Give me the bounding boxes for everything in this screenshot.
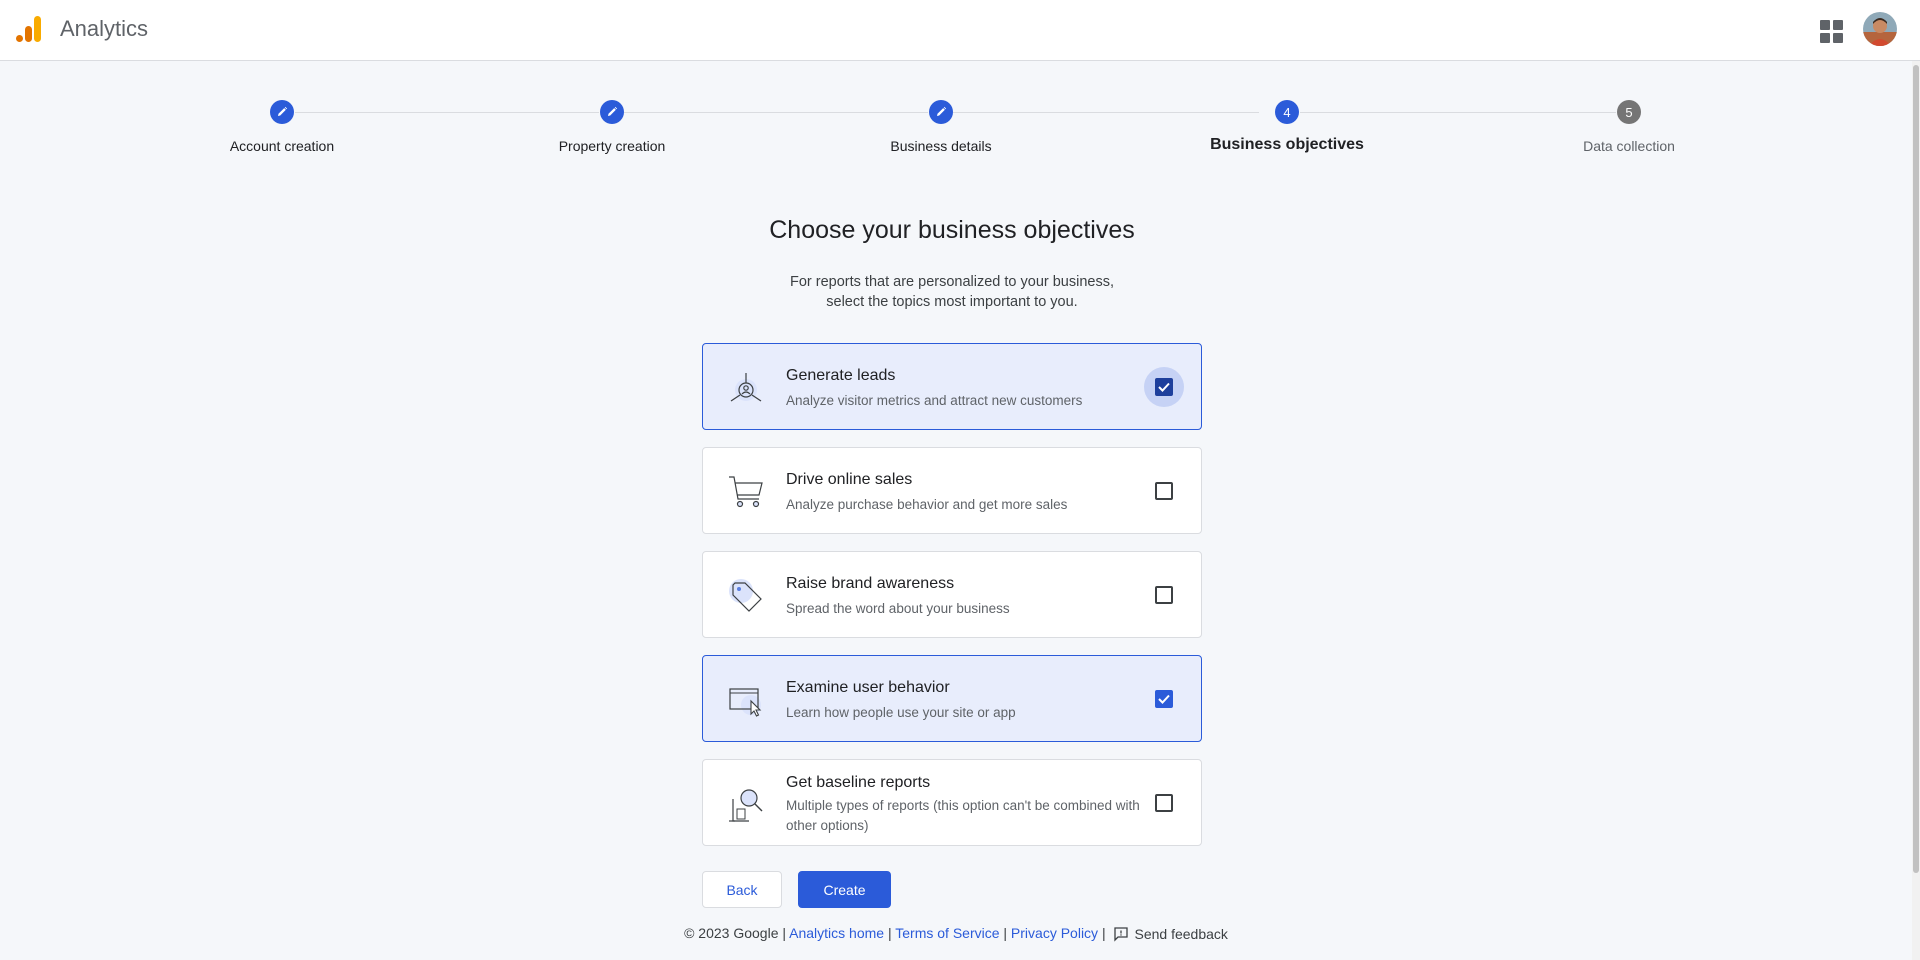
subtitle-line: For reports that are personalized to you… xyxy=(790,274,1114,290)
objective-checkbox[interactable] xyxy=(1155,482,1173,500)
page-subtitle: For reports that are personalized to you… xyxy=(580,272,1324,312)
browser-cursor-icon xyxy=(729,688,762,717)
objective-checkbox[interactable] xyxy=(1155,586,1173,604)
objective-description: Analyze purchase behavior and get more s… xyxy=(786,497,1068,512)
objective-description: Multiple types of reports (this option c… xyxy=(786,798,1140,833)
objective-description: Spread the word about your business xyxy=(786,601,1010,616)
top-app-bar: Analytics xyxy=(0,0,1920,61)
objective-description: Analyze visitor metrics and attract new … xyxy=(786,393,1083,408)
privacy-policy-link[interactable]: Privacy Policy xyxy=(1011,925,1098,941)
step-business-details[interactable]: Business details xyxy=(821,100,1061,154)
objective-generate-leads[interactable]: Generate leads Analyze visitor metrics a… xyxy=(702,343,1202,430)
step-label: Property creation xyxy=(558,138,666,154)
footer: © 2023 Google | Analytics home | Terms o… xyxy=(0,925,1912,942)
scrollbar-thumb[interactable] xyxy=(1913,65,1919,873)
send-feedback-label: Send feedback xyxy=(1134,926,1228,943)
objective-title: Examine user behavior xyxy=(786,679,950,696)
pencil-icon xyxy=(270,100,294,124)
objective-description: Learn how people use your site or app xyxy=(786,705,1016,720)
send-feedback-button[interactable]: Send feedback xyxy=(1113,926,1228,943)
footer-separator: | xyxy=(1003,925,1008,941)
analytics-home-link[interactable]: Analytics home xyxy=(789,925,884,941)
leads-target-icon xyxy=(730,373,762,402)
back-button[interactable]: Back xyxy=(702,871,782,908)
objective-title: Generate leads xyxy=(786,367,896,384)
step-number: 5 xyxy=(1617,100,1641,124)
copyright-text: © 2023 Google | xyxy=(684,925,787,941)
step-account-creation[interactable]: Account creation xyxy=(162,100,402,154)
objective-checkbox[interactable] xyxy=(1155,690,1173,708)
objective-checkbox[interactable] xyxy=(1155,794,1173,812)
user-avatar[interactable] xyxy=(1863,12,1897,46)
subtitle-line: select the topics most important to you. xyxy=(826,294,1078,310)
step-label: Account creation xyxy=(229,138,335,154)
step-property-creation[interactable]: Property creation xyxy=(492,100,732,154)
step-data-collection: 5 Data collection xyxy=(1509,100,1749,154)
document-search-icon xyxy=(729,789,763,822)
footer-separator: | xyxy=(1101,925,1106,941)
objective-raise-brand-awareness[interactable]: Raise brand awareness Spread the word ab… xyxy=(702,551,1202,638)
objective-title: Raise brand awareness xyxy=(786,575,955,592)
objective-get-baseline-reports[interactable]: Get baseline reports Multiple types of r… xyxy=(702,759,1202,846)
objective-checkbox[interactable] xyxy=(1144,367,1184,407)
objective-examine-user-behavior[interactable]: Examine user behavior Learn how people u… xyxy=(702,655,1202,742)
pencil-icon xyxy=(929,100,953,124)
step-business-objectives: 4 Business objectives xyxy=(1167,100,1407,154)
objective-title: Get baseline reports xyxy=(786,774,931,791)
price-tag-icon xyxy=(729,579,762,612)
objective-drive-online-sales[interactable]: Drive online sales Analyze purchase beha… xyxy=(702,447,1202,534)
footer-separator: | xyxy=(887,925,892,941)
checkmark-icon xyxy=(1158,382,1170,392)
step-number: 4 xyxy=(1275,100,1299,124)
checkmark-icon xyxy=(1158,694,1170,704)
create-button[interactable]: Create xyxy=(798,871,891,908)
analytics-logo-icon[interactable] xyxy=(14,14,44,44)
objective-title: Drive online sales xyxy=(786,471,913,488)
step-label: Business details xyxy=(890,138,992,154)
shopping-cart-icon xyxy=(729,476,763,508)
page-title: Choose your business objectives xyxy=(769,216,1135,244)
step-label: Data collection xyxy=(1583,138,1675,154)
pencil-icon xyxy=(600,100,624,124)
page-scrollbar[interactable] xyxy=(1912,61,1920,960)
feedback-icon xyxy=(1114,927,1129,942)
app-title: Analytics xyxy=(60,16,149,41)
terms-of-service-link[interactable]: Terms of Service xyxy=(895,925,999,941)
apps-grid-icon[interactable] xyxy=(1818,18,1844,44)
step-label: Business objectives xyxy=(1210,136,1364,153)
